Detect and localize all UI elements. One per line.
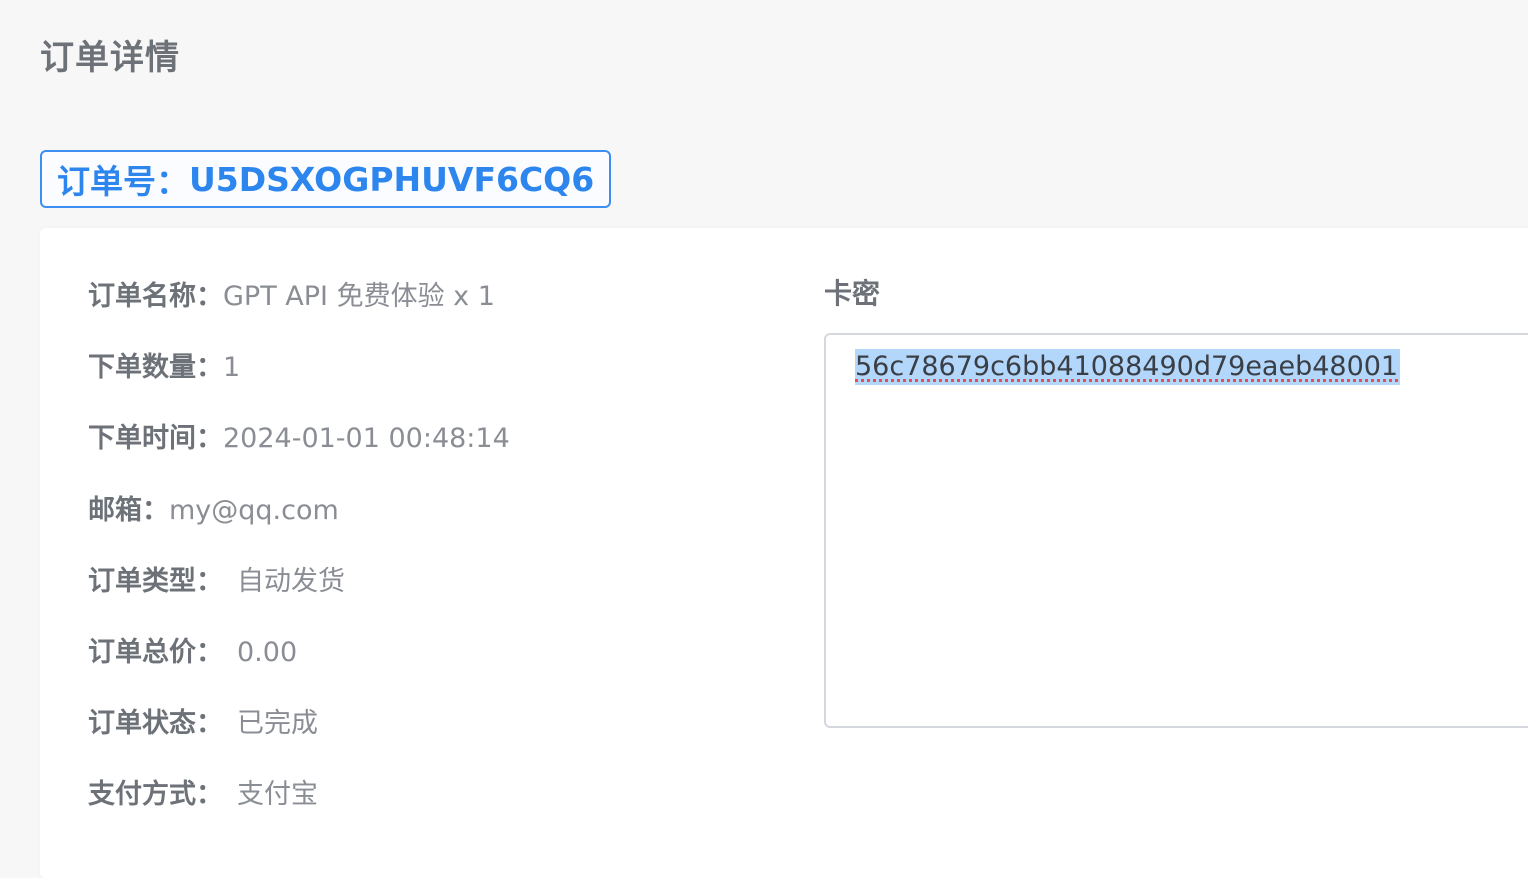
detail-value: 2024-01-01 00:48:14 [223, 423, 510, 454]
detail-row-order-type: 订单类型： 自动发货 [88, 562, 345, 602]
detail-label: 订单状态： [88, 708, 223, 739]
detail-label: 支付方式： [88, 779, 223, 810]
order-number-badge: 订单号： U5DSXOGPHUVF6CQ6 [40, 150, 612, 208]
detail-label: 订单总价： [88, 637, 223, 668]
detail-row-order-time: 下单时间：2024-01-01 00:48:14 [88, 419, 510, 459]
order-details-card: 订单名称：GPT API 免费体验 x 1 下单数量：1 下单时间：2024-0… [40, 228, 1528, 878]
detail-label: 下单时间： [88, 423, 223, 454]
detail-row-quantity: 下单数量：1 [88, 348, 240, 388]
detail-label: 下单数量： [88, 352, 223, 383]
detail-value: 已完成 [237, 708, 318, 739]
detail-row-total-price: 订单总价： 0.00 [88, 633, 297, 673]
card-key-value[interactable]: 56c78679c6bb41088490d79eaeb48001 [855, 349, 1401, 385]
detail-value: my@qq.com [169, 495, 339, 526]
card-key-label: 卡密 [824, 277, 881, 310]
detail-row-order-name: 订单名称：GPT API 免费体验 x 1 [88, 277, 495, 317]
detail-value: GPT API 免费体验 x 1 [223, 281, 495, 312]
card-key-textarea[interactable]: 56c78679c6bb41088490d79eaeb48001 [824, 333, 1528, 728]
detail-row-order-status: 订单状态： 已完成 [88, 704, 318, 744]
detail-row-email: 邮箱：my@qq.com [88, 491, 339, 531]
detail-label: 订单类型： [88, 566, 223, 597]
detail-label: 订单名称： [88, 281, 223, 312]
detail-value: 0.00 [237, 637, 298, 668]
detail-value: 自动发货 [237, 566, 345, 597]
detail-row-payment-method: 支付方式： 支付宝 [88, 775, 318, 815]
order-number-value: U5DSXOGPHUVF6CQ6 [189, 159, 595, 199]
detail-label: 邮箱： [88, 495, 169, 526]
detail-value: 支付宝 [237, 779, 318, 810]
detail-value: 1 [223, 352, 241, 383]
order-number-label: 订单号： [57, 162, 189, 201]
page-title: 订单详情 [40, 38, 180, 78]
